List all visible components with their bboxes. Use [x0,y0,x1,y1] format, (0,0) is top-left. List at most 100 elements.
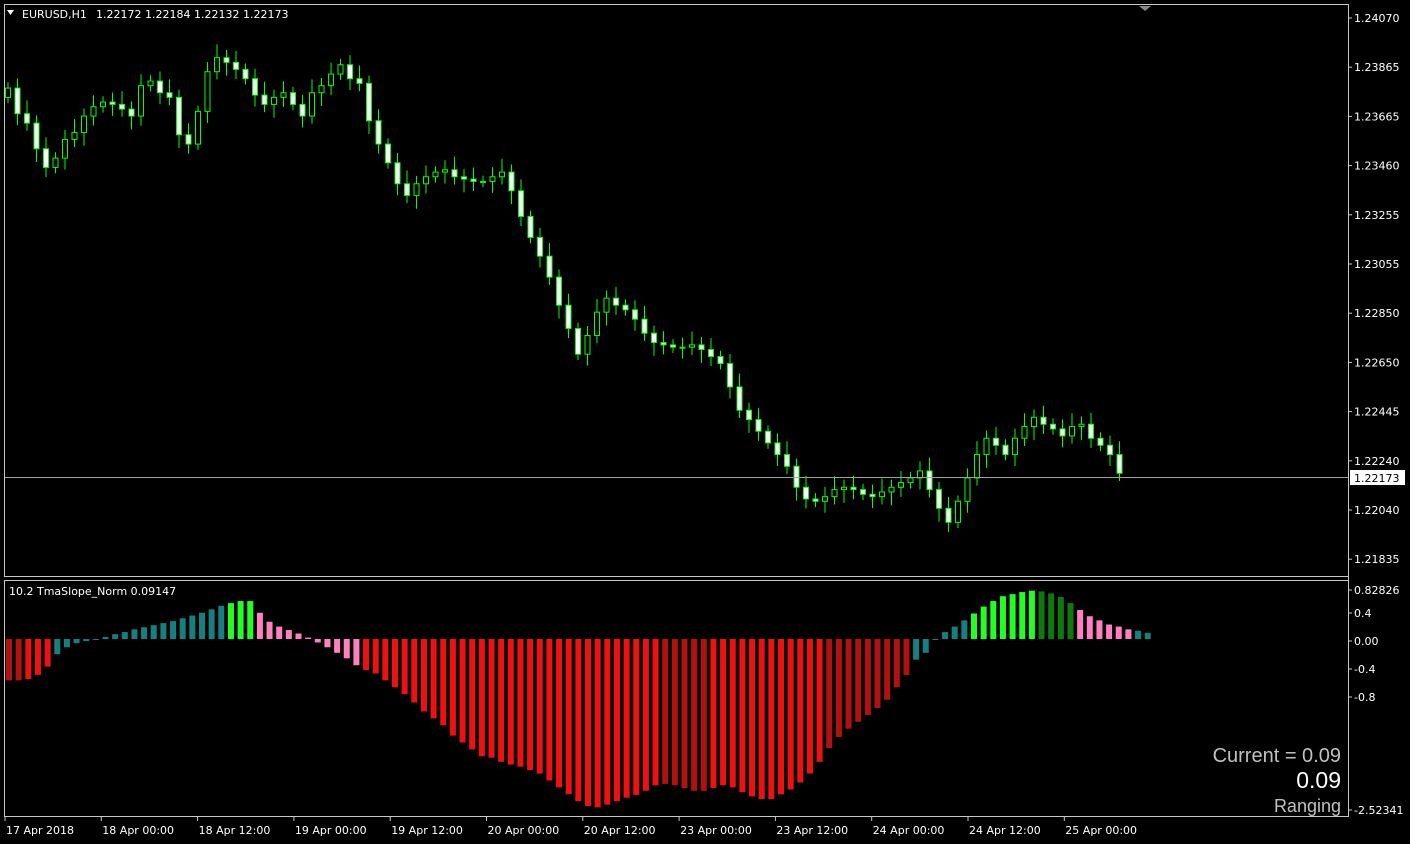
histogram-bar [585,639,591,806]
histogram-bar [594,639,601,808]
histogram-bar [411,639,418,703]
histogram-bar [6,639,12,681]
candle-body [755,419,762,432]
candle-body [489,176,496,182]
histogram-bar [150,625,157,639]
candle-body [290,92,296,105]
candle-body [565,304,572,330]
candle-body [584,335,591,355]
time-tick-label: 17 Apr 2018 [6,824,74,837]
candle-body [955,500,961,523]
histogram-bar [170,621,177,639]
time-tick-label: 24 Apr 12:00 [969,824,1041,837]
candle-body [518,190,524,217]
candle-body [1031,416,1037,428]
candle-body [717,356,724,365]
price-tick-label: 1.23055 [1354,258,1400,271]
candle-body [71,131,78,140]
histogram-bar [893,639,900,688]
histogram-bar [749,639,756,797]
histogram-bar [199,612,205,639]
candle-body [869,493,876,498]
candle-body [385,143,391,164]
histogram-bar [314,639,321,643]
histogram-bar [932,639,939,640]
candle-body [1040,416,1047,425]
candle-body [214,57,220,73]
histogram-bar [92,639,99,640]
histogram-bar [874,639,881,708]
candle-body [850,486,857,491]
candle-body [147,80,154,87]
candle-body [252,78,258,96]
histogram-bar [980,606,987,639]
candle-body [470,178,477,182]
histogram-bar [990,601,997,639]
candle-body [689,344,695,348]
indicator-tick-label: -0.8 [1354,691,1375,704]
candle-body [727,363,733,388]
histogram-bar [83,639,90,642]
histogram-bar [1057,596,1064,639]
candle-body [100,101,106,108]
histogram-bar [613,639,620,802]
candle-body [812,498,819,502]
candle-body [1078,423,1085,428]
histogram-bar [729,639,736,788]
price-tick-label: 1.22650 [1354,356,1400,369]
candle-body [24,113,30,124]
candle-body [632,309,638,320]
histogram-bar [971,613,977,639]
candle-body [993,437,999,446]
histogram-bar [546,639,553,781]
histogram-bar [420,639,427,712]
price-tick-label: 1.23665 [1354,110,1400,123]
candle-body [964,477,971,502]
histogram-bar [826,639,833,749]
price-tick-label: 1.21835 [1354,553,1400,566]
price-tick-label: 1.22445 [1354,406,1400,419]
candle-body [936,489,942,509]
candle-body [508,171,515,192]
candle-body [432,171,439,178]
indicator-tick-label: -2.52341 [1354,804,1403,817]
candle-body [765,430,771,444]
histogram-bar [478,639,485,757]
time-tick-label: 20 Apr 12:00 [584,824,656,837]
candle-body [1107,444,1113,456]
candle-body [375,120,382,145]
candle-body [1097,437,1104,446]
candle-body [917,470,923,479]
histogram-bar [710,639,717,789]
histogram-bar [507,639,514,765]
histogram-bar [73,639,80,644]
candle-body [1002,444,1009,456]
status-state: Ranging [1273,796,1341,816]
histogram-bar [681,639,688,789]
histogram-bar [999,596,1006,639]
candle-body [461,176,467,180]
histogram-bar [121,632,128,639]
histogram-bar [179,618,186,639]
histogram-bar [208,609,215,639]
histogram-bar [102,636,109,639]
histogram-bar [498,639,505,762]
trading-chart[interactable]: EURUSD,H1 1.22172 1.22184 1.22132 1.2217… [0,0,1410,844]
candle-body [62,138,68,159]
candle-body [128,108,135,117]
dropdown-triangle-icon[interactable] [7,10,14,15]
chart-shift-marker-icon[interactable] [1139,6,1151,11]
candle-body [299,103,306,117]
histogram-bar [922,639,929,653]
price-tick-label: 1.23865 [1354,61,1400,74]
histogram-bar [835,639,842,737]
histogram-bar [633,639,640,795]
histogram-bar [575,639,582,802]
histogram-bar [951,626,958,639]
histogram-bar [855,639,862,722]
candle-body [394,162,401,185]
candle-body [841,486,847,491]
histogram-bar [276,626,283,639]
price-tick-label: 1.24070 [1354,12,1400,25]
candle-body [14,87,21,115]
